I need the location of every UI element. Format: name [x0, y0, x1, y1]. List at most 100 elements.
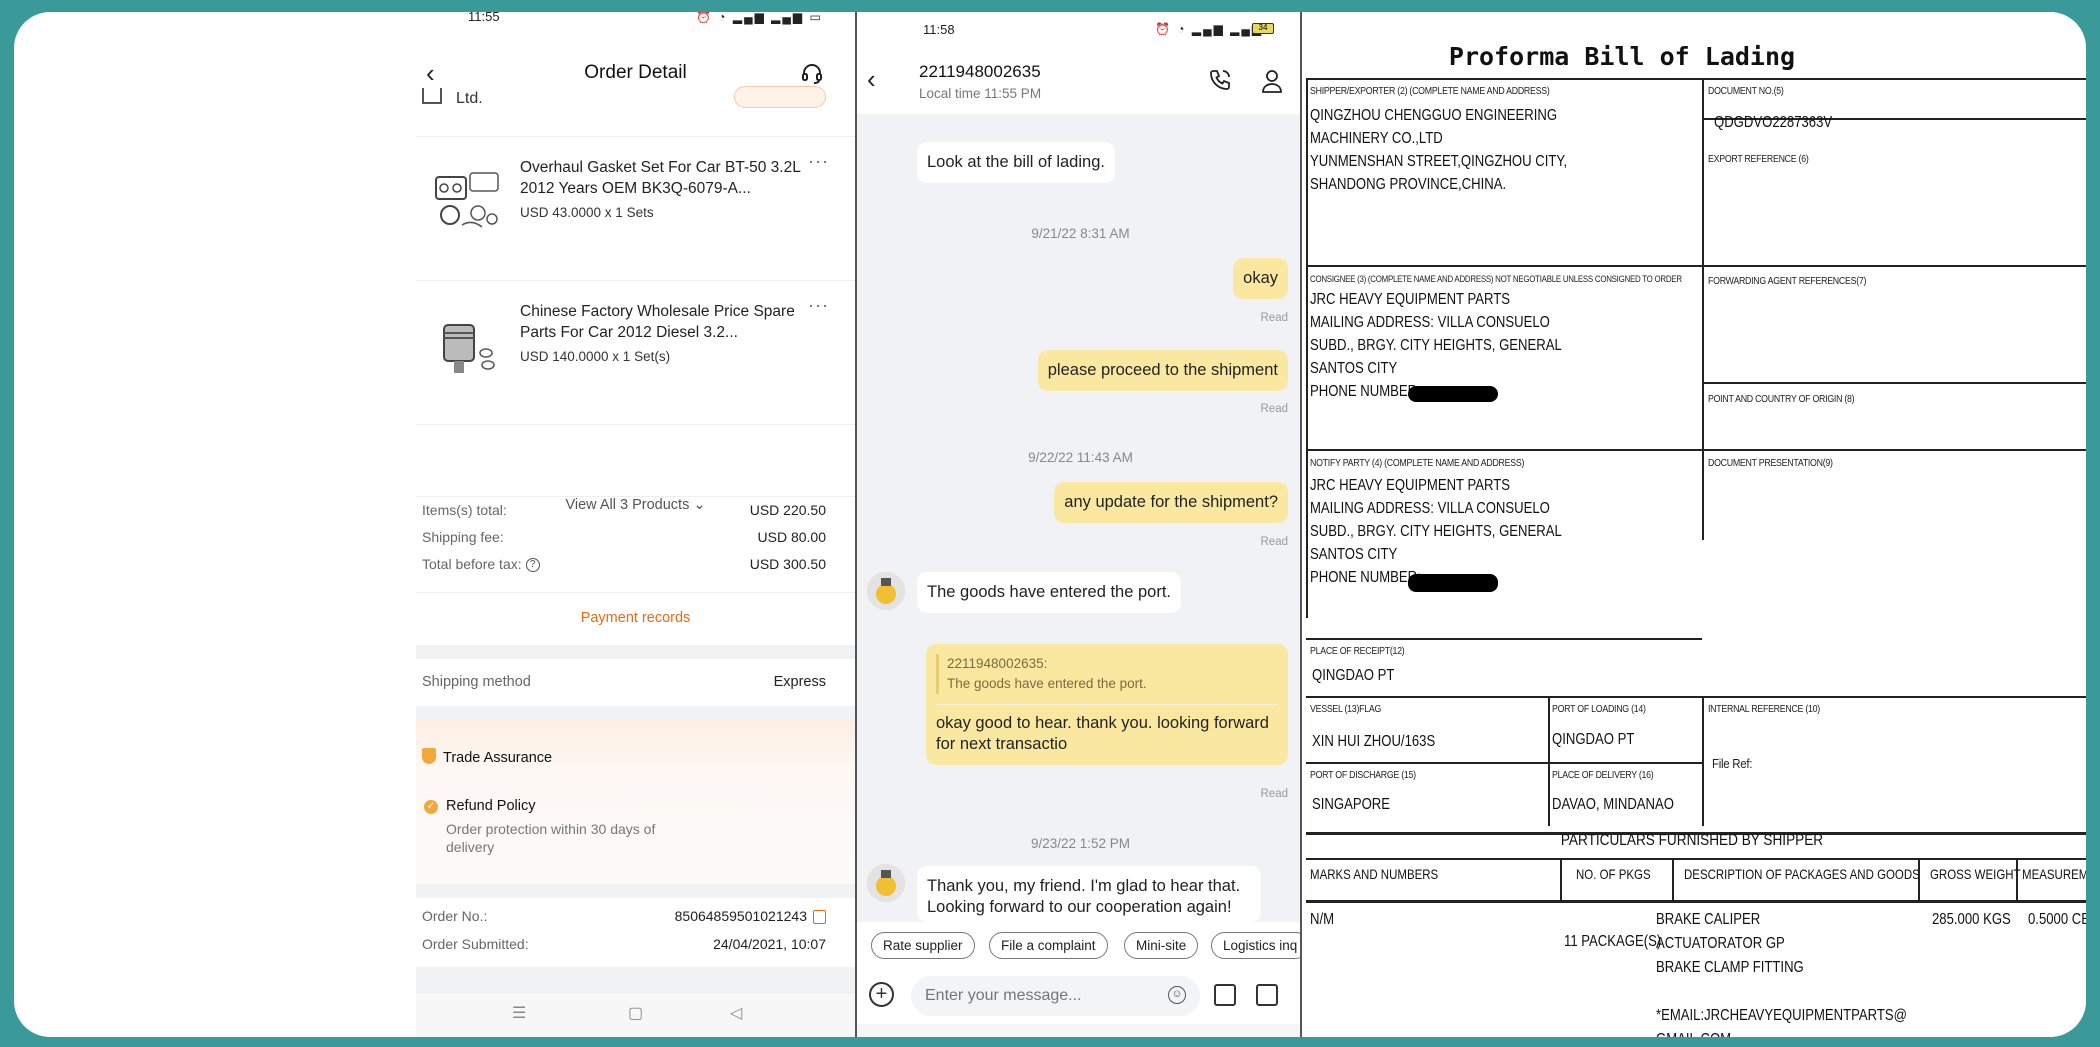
logistics-inquiry-chip[interactable]: Logistics inq: [1211, 932, 1300, 959]
section-gap: [416, 645, 855, 659]
port-of-loading-value: QINGDAO PT: [1552, 731, 1635, 748]
help-icon[interactable]: ?: [525, 558, 540, 573]
chat-timestamp: 9/22/22 11:43 AM: [1028, 450, 1133, 465]
refund-policy-description: Order protection within 30 days of deliv…: [446, 821, 656, 855]
incoming-message[interactable]: The goods have entered the port.: [917, 572, 1182, 613]
more-options-icon[interactable]: ···: [808, 295, 829, 316]
avatar-image: [867, 864, 905, 902]
consignee-line: JRC HEAVY EQUIPMENT PARTS: [1310, 291, 1511, 308]
rule-line: [1306, 762, 1702, 764]
payment-records-link[interactable]: Payment records: [416, 610, 855, 626]
read-status: Read: [1260, 788, 1289, 800]
profile-icon[interactable]: [1261, 68, 1285, 94]
shipping-method-value: Express: [773, 674, 826, 690]
view-all-products-button[interactable]: View All 3 Products ⌄: [416, 424, 855, 513]
consignee-line: PHONE NUMBER:: [1310, 383, 1421, 400]
rule-line: [1918, 858, 1920, 902]
shipper-line: MACHINERY CO.,LTD: [1310, 130, 1443, 147]
system-nav-bar: [857, 1024, 1300, 1037]
recent-apps-icon[interactable]: ☰: [512, 1003, 526, 1023]
shipping-fee-row: Shipping fee: USD 80.00: [422, 529, 826, 549]
redaction-mark: [1408, 386, 1498, 402]
product-price: USD 140.0000 x 1 Set(s): [520, 349, 671, 364]
rule-line: [1560, 858, 1562, 902]
chat-chip[interactable]: [734, 86, 826, 108]
refund-policy-title: Refund Policy: [446, 798, 536, 814]
column-marks: MARKS AND NUMBERS: [1310, 866, 1439, 882]
shipper-label: SHIPPER/EXPORTER (2) (COMPLETE NAME AND …: [1310, 86, 1550, 97]
rule-line: [1306, 265, 2086, 267]
file-complaint-chip[interactable]: File a complaint: [989, 932, 1108, 959]
emoji-icon[interactable]: ☺: [1168, 986, 1186, 1004]
origin-label: POINT AND COUNTRY OF ORIGIN (8): [1708, 394, 1855, 405]
message-input-bar: + ☺: [857, 968, 1300, 1024]
chat-timestamp: 9/23/22 1:52 PM: [1030, 836, 1131, 851]
quote-text: The goods have entered the port.: [947, 676, 1147, 691]
total-before-tax-row: Total before tax:? USD 300.50: [422, 556, 826, 576]
outgoing-message[interactable]: any update for the shipment?: [1054, 482, 1288, 523]
rate-supplier-chip[interactable]: Rate supplier: [871, 932, 975, 959]
chat-header: 11:58 ⏰ ◔ ▂▄▆ ▂▄▆ 34 ‹ 2211948002635 Loc…: [857, 12, 1300, 114]
total-before-tax-label: Total before tax:: [422, 556, 522, 572]
order-submitted-value: 24/04/2021, 10:07: [713, 936, 826, 952]
column-packages: NO. OF PKGS: [1576, 866, 1651, 882]
chat-timestamp: 9/21/22 8:31 AM: [1031, 226, 1130, 241]
items-total-row: Items(s) total: USD 220.50: [422, 502, 826, 522]
store-icon: [422, 88, 442, 104]
file-ref-label: File Ref:: [1712, 756, 1753, 771]
notify-line: JRC HEAVY EQUIPMENT PARTS: [1310, 477, 1511, 494]
notify-line: SANTOS CITY: [1310, 546, 1398, 563]
status-bar-time: 11:55: [468, 12, 500, 24]
incoming-message[interactable]: Thank you, my friend. I'm glad to hear t…: [917, 866, 1261, 922]
rule-line: [1702, 382, 2086, 384]
row-marks: N/M: [1310, 911, 1335, 928]
copy-icon[interactable]: [813, 910, 826, 925]
supplier-avatar[interactable]: [867, 572, 905, 610]
shield-icon: [422, 748, 436, 764]
image-icon[interactable]: [1256, 984, 1278, 1006]
read-status: Read: [1260, 403, 1289, 415]
row-description-line: BRAKE CALIPER: [1656, 911, 1761, 928]
more-options-icon[interactable]: ···: [808, 151, 829, 172]
document-no-value: QDGDVO2287363V: [1714, 114, 1833, 131]
outgoing-message[interactable]: please proceed to the shipment: [1037, 350, 1288, 391]
rule-line: [1306, 78, 2086, 80]
mini-site-chip[interactable]: Mini-site: [1124, 932, 1199, 959]
product-item[interactable]: Overhaul Gasket Set For Car BT-50 3.2L 2…: [416, 136, 855, 272]
notify-line: SUBD., BRGY. CITY HEIGHTS, GENERAL: [1310, 523, 1562, 540]
call-icon[interactable]: [1208, 68, 1232, 92]
port-of-discharge-value: SINGAPORE: [1312, 796, 1391, 813]
product-name: Chinese Factory Wholesale Price Spare Pa…: [520, 303, 795, 341]
outgoing-message[interactable]: okay: [1233, 258, 1288, 299]
shipper-line: SHANDONG PROVINCE,CHINA.: [1310, 176, 1507, 193]
supplier-avatar[interactable]: [867, 864, 905, 902]
column-description: DESCRIPTION OF PACKAGES AND GOODS: [1684, 866, 1920, 882]
order-number-row: Order No.: 85064859501021243: [422, 908, 826, 925]
rule-line: [1306, 900, 2086, 903]
internal-reference-label: INTERNAL REFERENCE (10): [1708, 704, 1820, 715]
plus-icon[interactable]: +: [869, 982, 894, 1007]
product-item[interactable]: Chinese Factory Wholesale Price Spare Pa…: [416, 280, 855, 416]
forwarding-agent-label: FORWARDING AGENT REFERENCES(7): [1708, 276, 1867, 287]
incoming-message[interactable]: Look at the bill of lading.: [917, 142, 1115, 183]
order-detail-panel: 11:55 ⏰ ◔ ▂▄▆ ▂▄▆ ▭ ‹ Order Detail Ltd.: [416, 12, 855, 1037]
document-icon[interactable]: [1214, 984, 1236, 1006]
divider: [416, 592, 855, 593]
quoted-message: 2211948002635: The goods have entered th…: [936, 654, 1278, 694]
consignee-line: SANTOS CITY: [1310, 360, 1398, 377]
bill-of-lading-image: Proforma Bill of Lading SHIPPER/EXPORTER…: [1302, 12, 2086, 1037]
product-price: USD 43.0000 x 1 Sets: [520, 205, 654, 220]
back-arrow-icon[interactable]: ‹: [867, 66, 876, 92]
home-icon[interactable]: ▢: [628, 1003, 643, 1023]
outgoing-reply-message[interactable]: 2211948002635: The goods have entered th…: [926, 644, 1288, 765]
vessel-value: XIN HUI ZHOU/163S: [1312, 733, 1436, 750]
consignee-label: CONSIGNEE (3) (COMPLETE NAME AND ADDRESS…: [1310, 274, 1682, 284]
redaction-mark: [1408, 574, 1498, 592]
quote-sender: 2211948002635:: [947, 656, 1048, 671]
shipper-line: YUNMENSHAN STREET,QINGZHOU CITY,: [1310, 153, 1568, 170]
vessel-label: VESSEL (13)FLAG: [1310, 704, 1382, 715]
message-input[interactable]: [911, 976, 1200, 1016]
row-description-line: ACTUATORATOR GP: [1656, 935, 1785, 952]
headset-support-icon[interactable]: [800, 61, 824, 85]
back-nav-icon[interactable]: ◁: [730, 1003, 742, 1023]
